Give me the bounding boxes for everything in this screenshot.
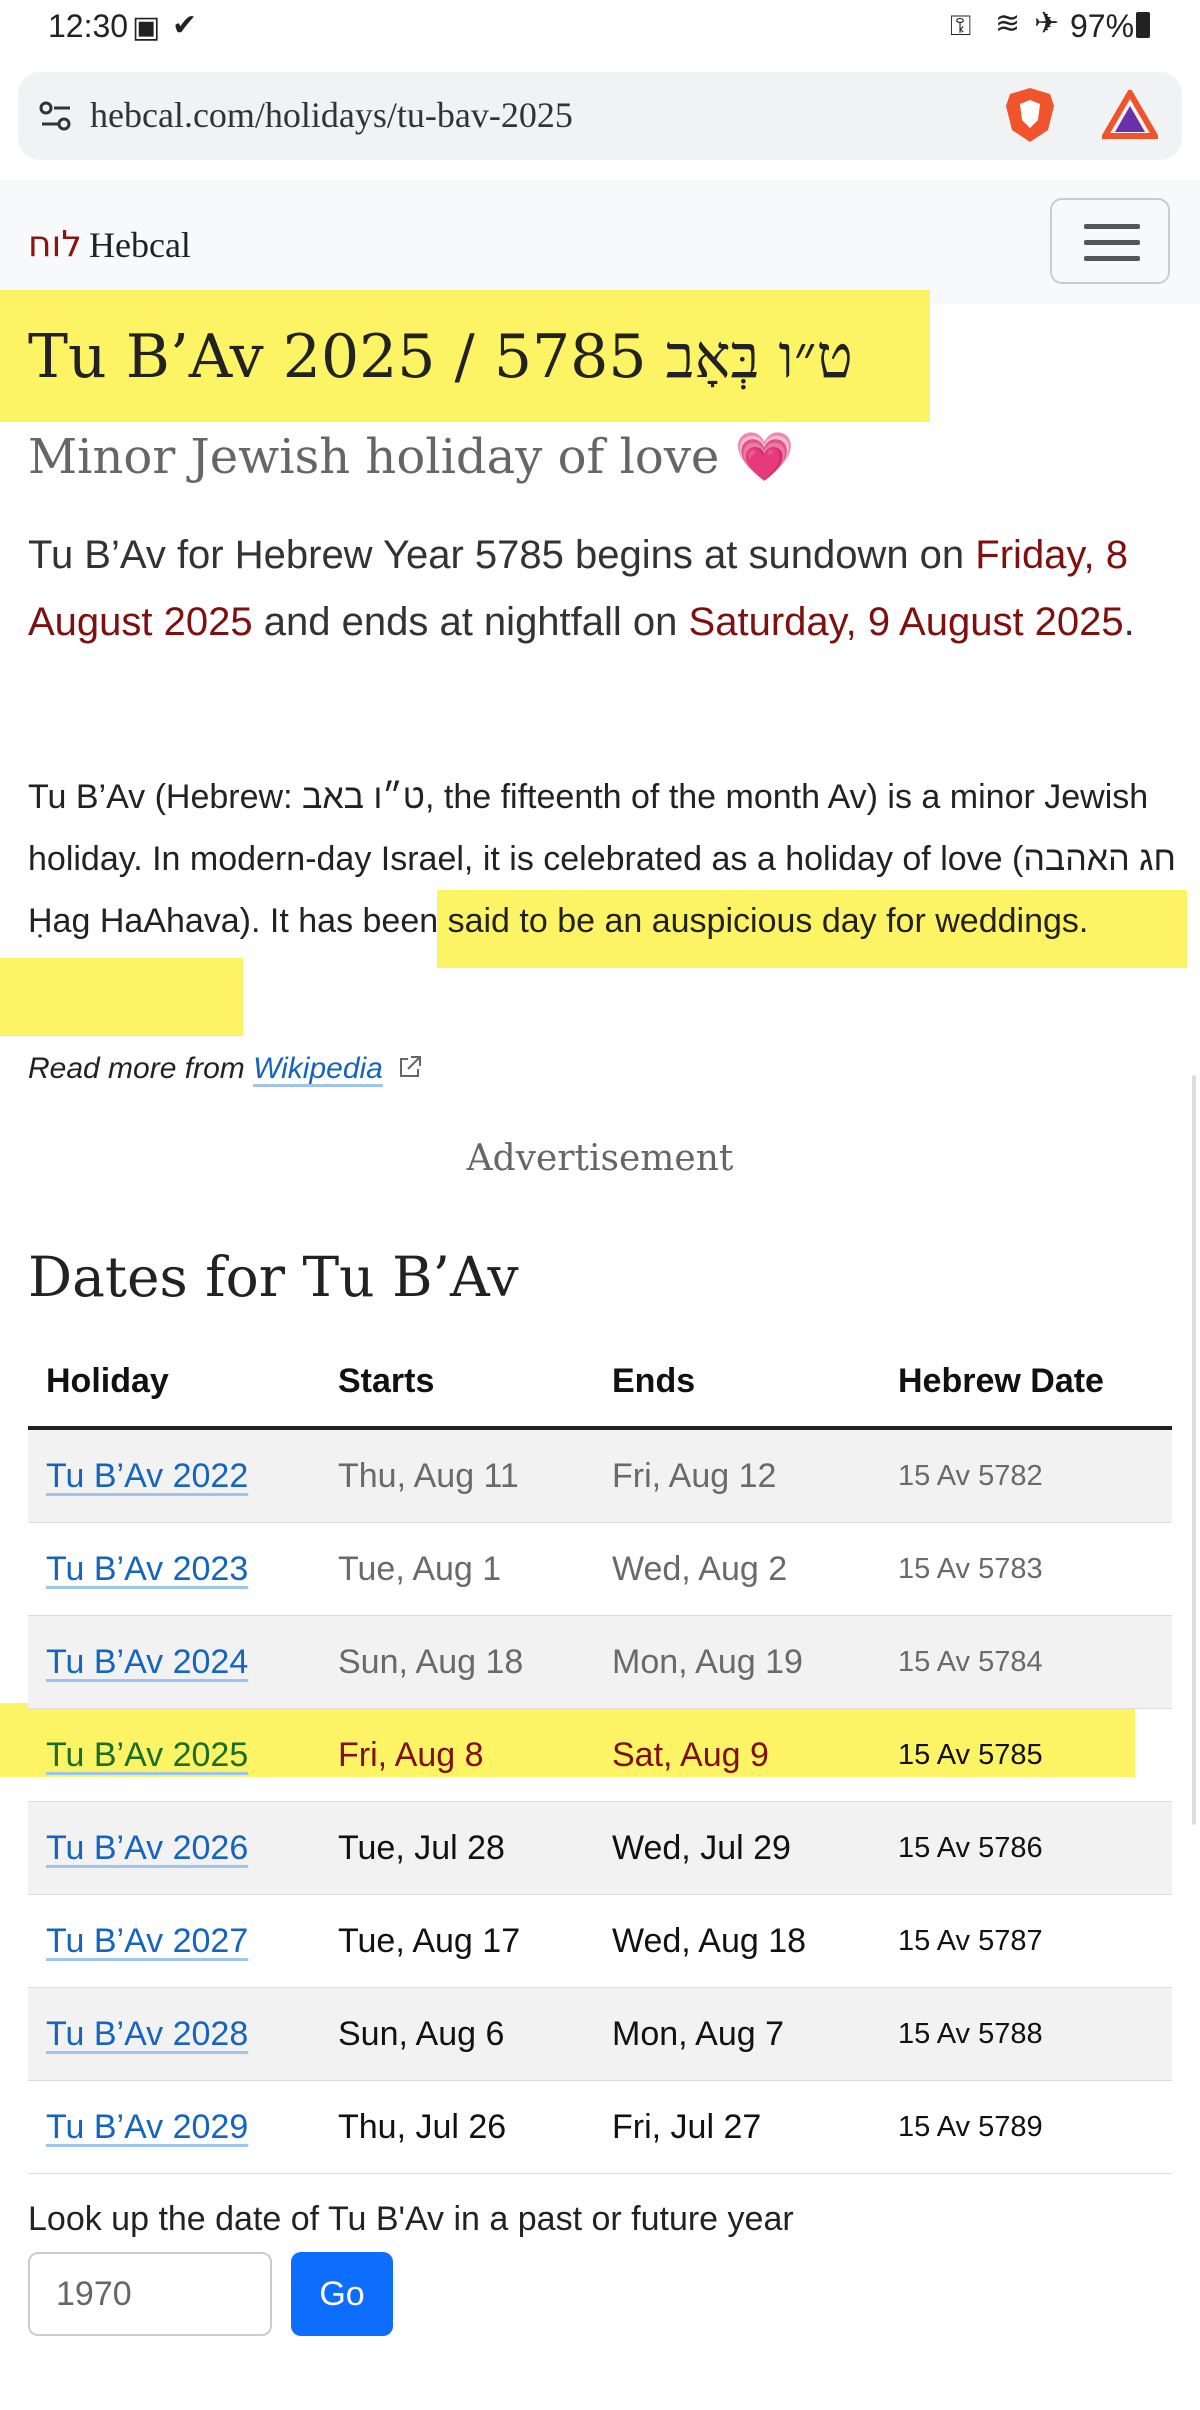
hebrew-date-cell: 15 Av 5783	[880, 1522, 1172, 1616]
start-cell: Sun, Aug 6	[320, 1987, 594, 2081]
page-title: Tu B’Av 2025 / 5785 ט״ו בְּאָב	[28, 322, 853, 392]
table-header-row: Holiday Starts Ends Hebrew Date	[28, 1336, 1172, 1430]
start-cell: Tue, Aug 17	[320, 1894, 594, 1988]
status-time: 12:30	[48, 8, 129, 44]
table-row: Tu B’Av 2023 Tue, Aug 1 Wed, Aug 2 15 Av…	[28, 1522, 1172, 1616]
hebrew-date-cell: 15 Av 5789	[880, 2080, 1172, 2174]
holiday-link[interactable]: Tu B’Av 2025	[46, 1736, 248, 1774]
site-settings-icon[interactable]	[38, 98, 74, 134]
table-row-current: Tu B’Av 2025 Fri, Aug 8 Sat, Aug 9 15 Av…	[28, 1708, 1172, 1802]
table-row: Tu B’Av 2026 Tue, Jul 28 Wed, Jul 29 15 …	[28, 1801, 1172, 1895]
gallery-icon: ▣	[132, 11, 161, 44]
end-cell: Mon, Aug 7	[594, 1987, 880, 2081]
start-cell: Tue, Jul 28	[320, 1801, 594, 1895]
external-link-icon	[400, 1056, 422, 1077]
start-cell: Sun, Aug 18	[320, 1615, 594, 1709]
holiday-link[interactable]: Tu B’Av 2026	[46, 1829, 248, 1867]
wifi-icon: ≋	[995, 7, 1021, 40]
holiday-link[interactable]: Tu B’Av 2029	[46, 2108, 248, 2146]
site-header: לוח Hebcal	[0, 180, 1200, 304]
intro-text-2: and ends at nightfall on	[252, 600, 689, 644]
column-header-starts: Starts	[320, 1336, 594, 1430]
start-cell: Thu, Jul 26	[320, 2080, 594, 2174]
status-bar: 12:30 ▣ ✔ ⚿ ≋ ✈ 97%	[0, 0, 1200, 54]
table-row: Tu B’Av 2022 Thu, Aug 11 Fri, Aug 12 15 …	[28, 1428, 1172, 1523]
end-cell: Wed, Aug 2	[594, 1522, 880, 1616]
hebrew-date-cell: 15 Av 5787	[880, 1894, 1172, 1988]
start-cell: Tue, Aug 1	[320, 1522, 594, 1616]
hebrew-date-cell: 15 Av 5785	[880, 1708, 1172, 1802]
menu-toggle-button[interactable]	[1050, 198, 1170, 284]
battery-level: 97%	[1070, 8, 1135, 44]
description-paragraph: Tu B’Av (Hebrew: ט״ו באב, the fifteenth …	[28, 766, 1178, 952]
table-row: Tu B’Av 2029 Thu, Jul 26 Fri, Jul 27 15 …	[28, 2080, 1172, 2174]
read-more-prefix: Read more from	[28, 1052, 254, 1085]
intro-text-3: .	[1123, 600, 1135, 644]
end-cell: Wed, Jul 29	[594, 1801, 880, 1895]
table-row: Tu B’Av 2028 Sun, Aug 6 Mon, Aug 7 15 Av…	[28, 1987, 1172, 2081]
wikipedia-link[interactable]: Wikipedia	[253, 1052, 383, 1085]
end-cell: Fri, Jul 27	[594, 2080, 880, 2174]
go-button[interactable]: Go	[291, 2252, 393, 2336]
column-header-hebrew-date: Hebrew Date	[880, 1336, 1172, 1430]
address-bar[interactable]: hebcal.com/holidays/tu-bav-2025	[18, 72, 1182, 160]
table-row: Tu B’Av 2027 Tue, Aug 17 Wed, Aug 18 15 …	[28, 1894, 1172, 1988]
brave-shield-icon[interactable]	[1004, 86, 1056, 144]
holiday-link[interactable]: Tu B’Av 2028	[46, 2015, 248, 2053]
holiday-link[interactable]: Tu B’Av 2024	[46, 1643, 248, 1681]
start-cell: Thu, Aug 11	[320, 1428, 594, 1523]
holiday-link[interactable]: Tu B’Av 2023	[46, 1550, 248, 1588]
holiday-link[interactable]: Tu B’Av 2027	[46, 1922, 248, 1960]
key-icon: ⚿	[950, 10, 972, 41]
airplane-icon: ✈	[1034, 7, 1060, 40]
end-cell: Sat, Aug 9	[594, 1708, 880, 1802]
scrollbar[interactable]	[1192, 1075, 1196, 1825]
logo-text[interactable]: Hebcal	[89, 224, 191, 266]
url-text[interactable]: hebcal.com/holidays/tu-bav-2025	[90, 94, 573, 136]
end-cell: Fri, Aug 12	[594, 1428, 880, 1523]
dates-table: Holiday Starts Ends Hebrew Date Tu B’Av …	[28, 1336, 1172, 2174]
intro-paragraph: Tu B’Av for Hebrew Year 5785 begins at s…	[28, 522, 1178, 656]
year-input[interactable]	[28, 2252, 272, 2336]
read-more: Read more from Wikipedia	[28, 1052, 423, 1086]
lookup-label: Look up the date of Tu B'Av in a past or…	[28, 2200, 794, 2238]
hebrew-date-cell: 15 Av 5788	[880, 1987, 1172, 2081]
logo-hebrew[interactable]: לוח	[28, 224, 82, 265]
holiday-link[interactable]: Tu B’Av 2022	[46, 1457, 248, 1495]
sentence-highlight-2	[0, 958, 243, 1036]
hamburger-icon	[1084, 224, 1140, 229]
dates-heading: Dates for Tu B’Av	[28, 1245, 519, 1309]
description-highlighted-text: It has been said to be an auspicious day…	[269, 902, 1089, 940]
end-cell: Mon, Aug 19	[594, 1615, 880, 1709]
hebrew-date-cell: 15 Av 5784	[880, 1615, 1172, 1709]
battery-icon	[1136, 12, 1150, 38]
column-header-holiday: Holiday	[28, 1336, 320, 1430]
table-row: Tu B’Av 2024 Sun, Aug 18 Mon, Aug 19 15 …	[28, 1615, 1172, 1709]
start-cell: Fri, Aug 8	[320, 1708, 594, 1802]
page-subtitle: Minor Jewish holiday of love 💗	[28, 429, 795, 485]
end-date: Saturday, 9 August 2025	[688, 600, 1124, 644]
intro-text-1: Tu B’Av for Hebrew Year 5785 begins at s…	[28, 533, 976, 577]
end-cell: Wed, Aug 18	[594, 1894, 880, 1988]
hebrew-date-cell: 15 Av 5786	[880, 1801, 1172, 1895]
advertisement-label: Advertisement	[466, 1138, 734, 1179]
hebrew-date-cell: 15 Av 5782	[880, 1428, 1172, 1523]
brave-rewards-icon[interactable]	[1102, 90, 1158, 140]
column-header-ends: Ends	[594, 1336, 880, 1430]
notification-icon: ✔	[172, 9, 198, 42]
